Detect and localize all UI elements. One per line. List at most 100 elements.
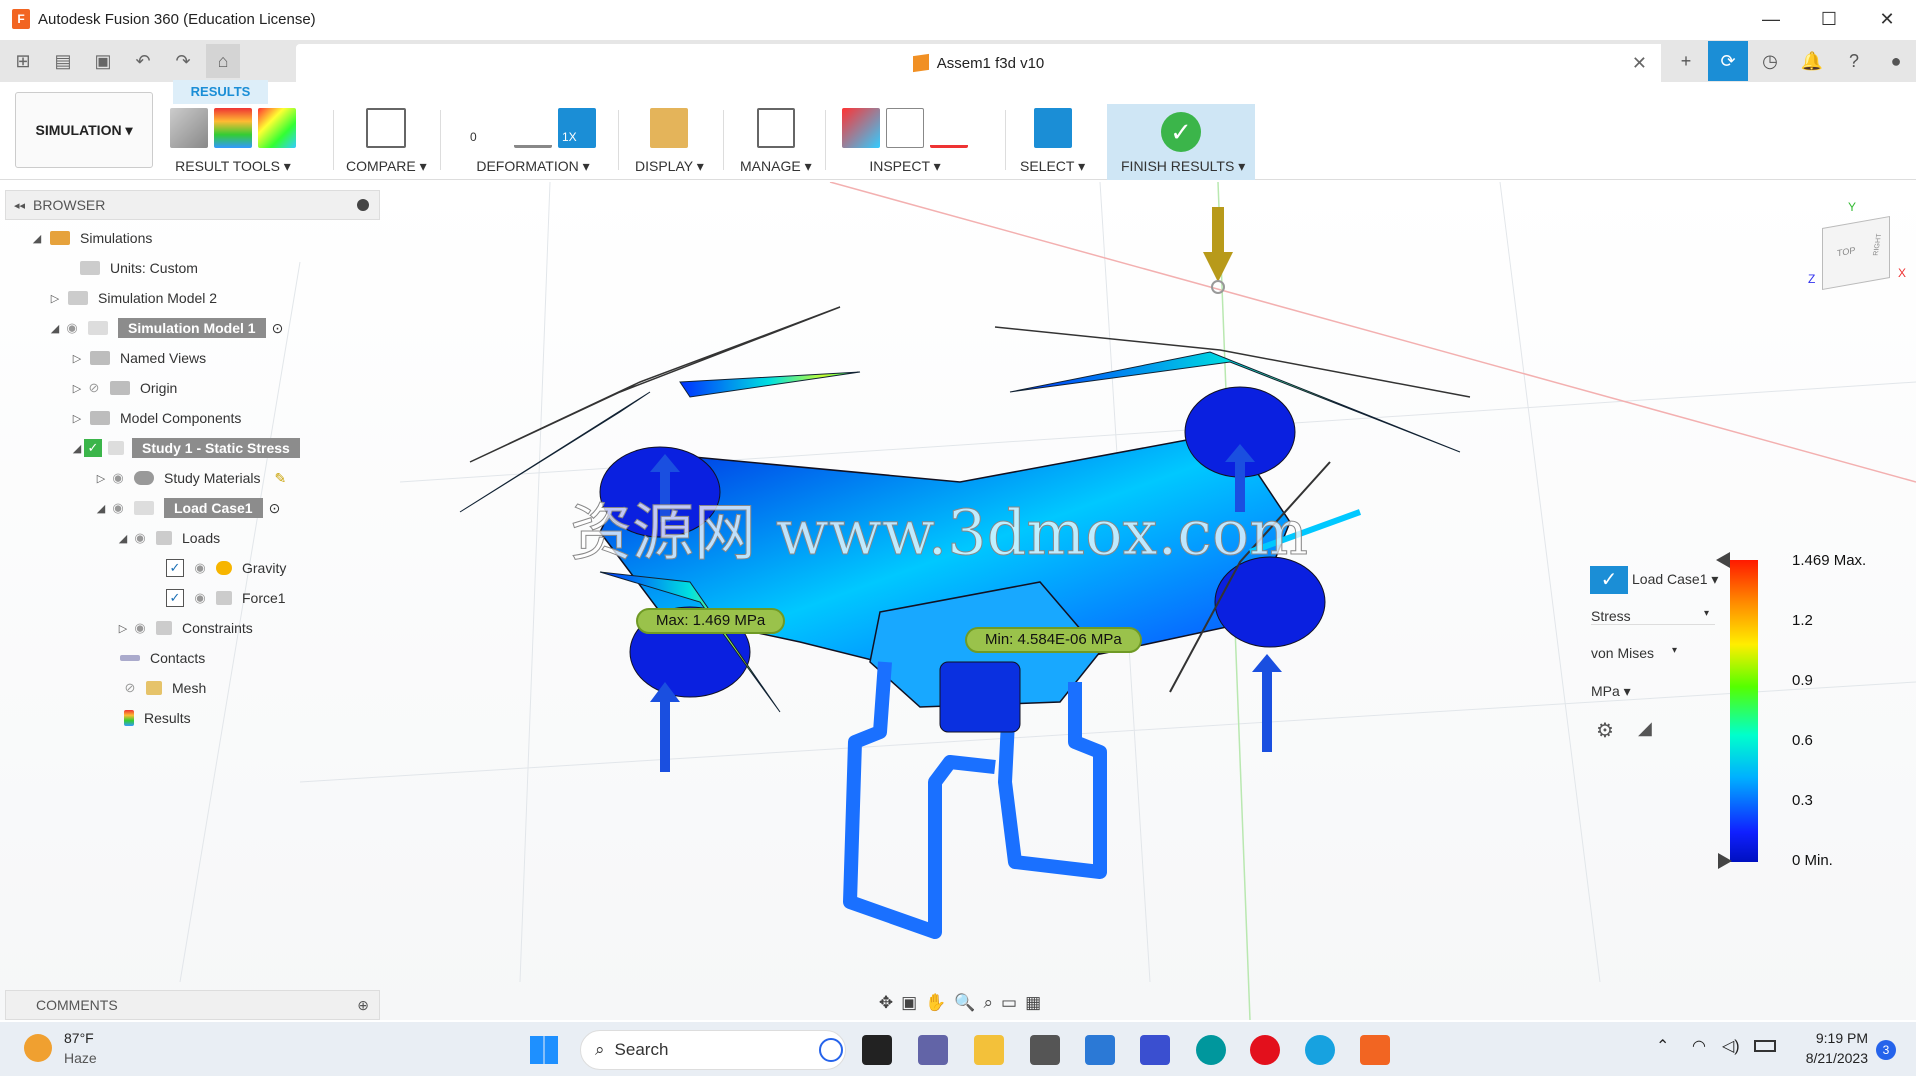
tree-node-force1[interactable]: ✓ ◉ Force1 (166, 584, 286, 612)
manage-icon[interactable] (756, 108, 795, 148)
edit-pencil-icon[interactable]: ✎ (274, 470, 286, 487)
close-tab-icon[interactable]: ✕ (1632, 53, 1647, 74)
tree-node-gravity[interactable]: ✓ ◉ Gravity (166, 554, 286, 582)
undo-icon[interactable]: ↶ (126, 44, 160, 78)
tray-chevron-icon[interactable]: ⌃ (1656, 1036, 1669, 1056)
tree-node-sim-model-1[interactable]: ◢ ◉ Simulation Model 1 ⊙ (48, 314, 283, 342)
tree-node-load-case1[interactable]: ◢ ◉ Load Case1 ⊙ (94, 494, 280, 522)
collapse-browser-icon[interactable]: ◂◂ (14, 199, 25, 212)
finish-results-button[interactable]: ✓ FINISH RESULTS ▾ (1107, 104, 1255, 180)
zoom-icon[interactable]: 🔍 (954, 993, 975, 1013)
force1-checkbox[interactable]: ✓ (166, 589, 184, 607)
clock-date[interactable]: 8/21/2023 (1796, 1050, 1868, 1066)
volume-icon[interactable]: ◁) (1722, 1036, 1740, 1056)
browser-header[interactable]: ◂◂ BROWSER (5, 190, 380, 220)
visibility-eye-icon[interactable]: ◉ (190, 560, 210, 576)
tree-node-model-components[interactable]: ▷ Model Components (70, 404, 242, 432)
tree-node-units[interactable]: Units: Custom (74, 254, 198, 282)
notification-badge[interactable]: 3 (1876, 1040, 1896, 1060)
comments-panel[interactable]: COMMENTS ⊕ (5, 990, 380, 1020)
tree-node-results[interactable]: Results (120, 704, 191, 732)
display-icon[interactable] (650, 108, 689, 148)
workspace-switcher[interactable]: SIMULATION ▾ (15, 92, 153, 168)
fusion-taskbar-icon[interactable] (1360, 1035, 1390, 1065)
legend-min-slider-icon[interactable] (1718, 853, 1732, 869)
tree-node-study-materials[interactable]: ▷ ◉ Study Materials ✎ (94, 464, 286, 492)
legend-max-slider-icon[interactable] (1716, 552, 1730, 568)
task-view-icon[interactable] (862, 1035, 892, 1065)
unit-dropdown[interactable]: MPa ▾ (1591, 683, 1631, 700)
tree-node-study-1[interactable]: ◢ ✓ Study 1 - Static Stress (70, 434, 300, 462)
animate-icon[interactable] (170, 108, 208, 148)
file-menu-icon[interactable]: ▤ (46, 44, 80, 78)
compare-icon[interactable] (366, 108, 407, 148)
close-window-button[interactable]: ✕ (1858, 0, 1916, 38)
adjusted-deformation-icon[interactable] (514, 108, 552, 148)
tree-node-simulations[interactable]: ◢ Simulations (30, 224, 153, 252)
grid-settings-icon[interactable]: ▦ (1025, 993, 1041, 1013)
visibility-eye-icon[interactable]: ◉ (108, 500, 128, 516)
plot-icon[interactable] (258, 108, 296, 148)
save-icon[interactable]: ▣ (86, 44, 120, 78)
section-analysis-icon[interactable] (930, 108, 968, 148)
visibility-eye-icon[interactable]: ◉ (62, 320, 82, 336)
legend-settings-icon[interactable]: ⚙ (1596, 718, 1614, 743)
home-icon[interactable]: ⌂ (206, 44, 240, 78)
teams-icon[interactable] (918, 1035, 948, 1065)
taskbar-search[interactable]: ⌕ Search (580, 1030, 846, 1070)
new-tab-icon[interactable]: + (1666, 41, 1706, 81)
minimize-button[interactable]: — (1742, 0, 1800, 38)
notifications-icon[interactable]: 🔔 (1792, 41, 1832, 81)
min-stress-callout[interactable]: Min: 4.584E-06 MPa (965, 627, 1142, 653)
browser-minimize-icon[interactable] (357, 199, 369, 211)
viewcube[interactable]: TOP RIGHT (1822, 216, 1890, 290)
battery-icon[interactable] (1754, 1040, 1776, 1052)
visibility-eye-icon[interactable]: ◉ (130, 530, 150, 546)
display-group[interactable]: DISPLAY ▾ (635, 104, 704, 180)
hidden-eye-icon[interactable]: ⊘ (120, 680, 140, 696)
visibility-eye-icon[interactable]: ◉ (130, 620, 150, 636)
select-icon[interactable] (1033, 108, 1072, 148)
tree-node-loads[interactable]: ◢ ◉ Loads (116, 524, 220, 552)
result-legend-icon[interactable] (214, 108, 252, 148)
legend-adjust-icon[interactable]: ◢ (1638, 718, 1652, 739)
deformation-group[interactable]: 0 1X DEFORMATION ▾ (470, 104, 596, 180)
visibility-eye-icon[interactable]: ◉ (108, 470, 128, 486)
canvas-viewport[interactable]: 资源网 www.3dmox.com Max: 1.469 MPa Min: 4.… (0, 182, 1916, 1020)
weather-icon[interactable] (24, 1034, 52, 1062)
look-at-icon[interactable]: ▣ (901, 993, 917, 1013)
help-icon[interactable]: ? (1834, 41, 1874, 81)
max-stress-callout[interactable]: Max: 1.469 MPa (636, 608, 786, 634)
tree-node-sim-model-2[interactable]: ▷ Simulation Model 2 (48, 284, 217, 312)
load-case-dropdown[interactable]: Load Case1 ▾ (1632, 571, 1718, 588)
pan-icon[interactable]: ✋ (925, 993, 946, 1013)
edge-icon[interactable] (1305, 1035, 1335, 1065)
load-case-check-icon[interactable]: ✓ (1590, 566, 1628, 594)
profile-avatar[interactable]: ● (1876, 41, 1916, 81)
result-tools-group[interactable]: RESULT TOOLS ▾ (170, 104, 296, 180)
gravity-checkbox[interactable]: ✓ (166, 559, 184, 577)
point-probes-icon[interactable] (886, 108, 924, 148)
extensions-icon[interactable]: ⟳ (1708, 41, 1748, 81)
tree-node-contacts[interactable]: Contacts (120, 644, 205, 672)
weather-temp[interactable]: 87°F (64, 1030, 94, 1046)
tree-node-origin[interactable]: ▷ ⊘ Origin (70, 374, 178, 402)
file-explorer-icon[interactable] (974, 1035, 1004, 1065)
hidden-eye-icon[interactable]: ⊘ (84, 380, 104, 396)
orbit-icon[interactable]: ✥ (879, 993, 893, 1013)
surface-probes-icon[interactable] (842, 108, 880, 148)
store-icon[interactable] (1085, 1035, 1115, 1065)
tree-node-named-views[interactable]: ▷ Named Views (70, 344, 206, 372)
tree-node-constraints[interactable]: ▷ ◉ Constraints (116, 614, 253, 642)
arduino-icon[interactable] (1196, 1035, 1226, 1065)
actual-deformation-icon[interactable]: 1X (558, 108, 596, 148)
start-button[interactable] (530, 1036, 558, 1064)
manage-group[interactable]: MANAGE ▾ (740, 104, 812, 180)
unity-icon[interactable] (1030, 1035, 1060, 1065)
tree-node-mesh[interactable]: ⊘ Mesh (120, 674, 207, 702)
data-panel-grid-icon[interactable]: ⊞ (6, 44, 40, 78)
opera-icon[interactable] (1250, 1035, 1280, 1065)
clock-time[interactable]: 9:19 PM (1806, 1030, 1868, 1046)
document-tab[interactable]: Assem1 f3d v10 ✕ (296, 44, 1661, 82)
wifi-icon[interactable]: ◠ (1692, 1036, 1706, 1056)
